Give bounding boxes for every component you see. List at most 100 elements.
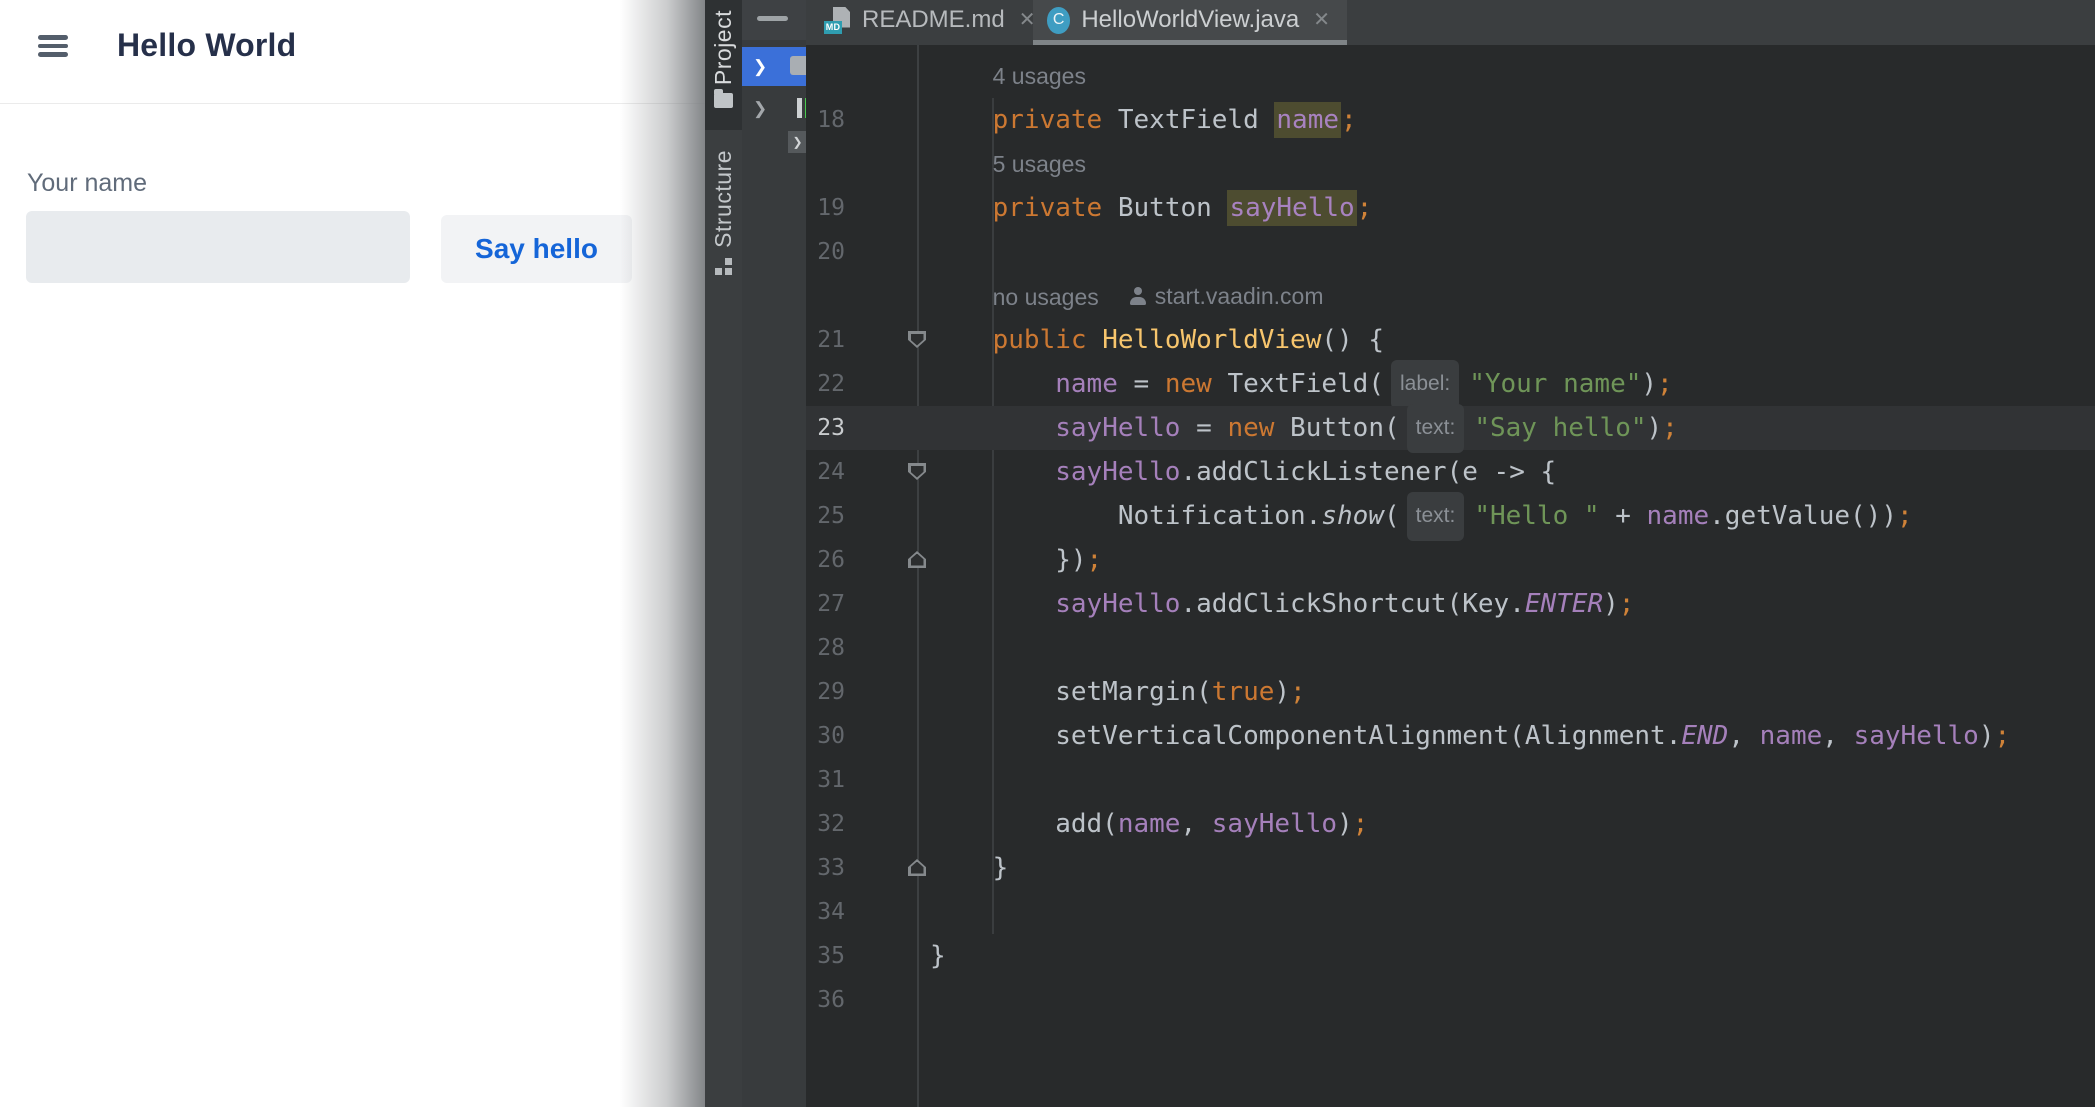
fold-gutter	[845, 494, 930, 538]
line-number[interactable]: 19	[806, 195, 845, 221]
fold-gutter	[845, 230, 930, 274]
fold-gutter	[845, 186, 930, 230]
name-field-label: Your name	[27, 169, 147, 198]
module-node-icon	[797, 98, 806, 118]
parameter-name-hint[interactable]: text:	[1407, 492, 1465, 541]
project-tree-row-child[interactable]: ❯	[742, 129, 806, 155]
code-line[interactable]: 33 }	[806, 846, 2095, 890]
project-tool-window: ❯ ❯ ❯	[742, 0, 806, 1107]
fold-marker-icon[interactable]	[908, 859, 926, 876]
code-line[interactable]: 19 private Button sayHello;	[806, 186, 2095, 230]
project-tree-row-selected[interactable]: ❯	[742, 47, 806, 86]
code-line[interactable]: 28	[806, 626, 2095, 670]
fold-gutter	[845, 802, 930, 846]
code-line[interactable]: 27 sayHello.addClickShortcut(Key.ENTER);	[806, 582, 2095, 626]
line-number[interactable]: 27	[806, 591, 845, 617]
tool-window-tab-structure[interactable]: Structure	[705, 150, 742, 300]
code-line[interactable]: 25 Notification.show(text:"Hello " + nam…	[806, 494, 2095, 538]
code-line[interactable]: 29 setMargin(true);	[806, 670, 2095, 714]
project-tab-label: Project	[710, 10, 737, 85]
inlay-line[interactable]: no usages start.vaadin.com	[806, 274, 2095, 318]
chevron-right-icon: ❯	[753, 58, 767, 75]
usages-inlay-hint[interactable]: 5 usages	[993, 151, 1086, 177]
line-number[interactable]: 25	[806, 503, 845, 529]
fold-gutter	[845, 274, 930, 318]
line-number[interactable]: 32	[806, 811, 845, 837]
line-number[interactable]: 36	[806, 987, 845, 1013]
code-line[interactable]: 34	[806, 890, 2095, 934]
fold-marker-icon[interactable]	[908, 463, 926, 480]
code-line[interactable]: 21 public HelloWorldView() {	[806, 318, 2095, 362]
fold-gutter	[845, 846, 930, 890]
line-number[interactable]: 31	[806, 767, 845, 793]
fold-gutter	[845, 670, 930, 714]
code-line[interactable]: 30 setVerticalComponentAlignment(Alignme…	[806, 714, 2095, 758]
code-line[interactable]: 32 add(name, sayHello);	[806, 802, 2095, 846]
code-line[interactable]: 18 private TextField name;	[806, 98, 2095, 142]
line-number[interactable]: 18	[806, 107, 845, 133]
tab-helloworldview[interactable]: C HelloWorldView.java ✕	[1033, 0, 1347, 40]
code-text: name = new TextField(label:"Your name");	[930, 360, 1673, 409]
fold-gutter	[845, 582, 930, 626]
code-text: no usages start.vaadin.com	[930, 274, 1324, 319]
parameter-name-hint[interactable]: text:	[1407, 404, 1465, 453]
code-line[interactable]: 24 sayHello.addClickListener(e -> {	[806, 450, 2095, 494]
tool-window-tab-project[interactable]: Project	[705, 0, 742, 130]
close-icon[interactable]: ✕	[1310, 8, 1333, 32]
usages-inlay-hint[interactable]: no usages	[993, 284, 1099, 310]
code-editor[interactable]: 4 usages 18 private TextField name; 5 usa…	[806, 45, 2095, 1107]
line-number[interactable]: 33	[806, 855, 845, 881]
fold-gutter	[845, 758, 930, 802]
line-number[interactable]: 35	[806, 943, 845, 969]
inlay-line[interactable]: 5 usages	[806, 142, 2095, 186]
code-line[interactable]: 31	[806, 758, 2095, 802]
project-panel-header	[742, 0, 806, 40]
line-number[interactable]: 23	[806, 415, 845, 441]
line-number[interactable]: 30	[806, 723, 845, 749]
code-line[interactable]: 36	[806, 978, 2095, 1022]
fold-gutter	[845, 406, 930, 450]
code-lines: 4 usages 18 private TextField name; 5 usa…	[806, 54, 2095, 1022]
line-number[interactable]: 26	[806, 547, 845, 573]
chevron-right-icon: ❯	[753, 100, 767, 117]
code-text: setMargin(true);	[930, 670, 1306, 714]
minimize-icon[interactable]	[757, 16, 788, 21]
fold-gutter	[845, 450, 930, 494]
code-line[interactable]: 26 });	[806, 538, 2095, 582]
line-number[interactable]: 20	[806, 239, 845, 265]
tab-label: HelloWorldView.java	[1081, 6, 1299, 34]
fold-marker-icon[interactable]	[908, 331, 926, 348]
line-number[interactable]: 28	[806, 635, 845, 661]
ide-window: Project Structure ❯ ❯ ❯	[705, 0, 2095, 1107]
say-hello-button[interactable]: Say hello	[441, 215, 632, 283]
fold-marker-icon[interactable]	[908, 551, 926, 568]
editor-area: MD README.md ✕ C HelloWorldView.java ✕ 4…	[806, 0, 2095, 1107]
line-number[interactable]: 22	[806, 371, 845, 397]
code-line[interactable]: 23 sayHello = new Button(text:"Say hello…	[806, 406, 2095, 450]
code-text: private Button sayHello;	[930, 186, 1372, 230]
parameter-name-hint[interactable]: label:	[1391, 360, 1459, 409]
name-input[interactable]	[26, 211, 410, 283]
usages-inlay-hint[interactable]: 4 usages	[993, 63, 1086, 89]
line-number[interactable]: 34	[806, 899, 845, 925]
code-text: }	[930, 846, 1008, 890]
drawer-toggle-button[interactable]	[38, 35, 68, 57]
code-line[interactable]: 22 name = new TextField(label:"Your name…	[806, 362, 2095, 406]
fold-gutter	[845, 978, 930, 1022]
fold-gutter	[845, 538, 930, 582]
code-line[interactable]: 20	[806, 230, 2095, 274]
line-number[interactable]: 29	[806, 679, 845, 705]
tab-readme[interactable]: MD README.md ✕	[810, 0, 1052, 40]
fold-gutter	[845, 626, 930, 670]
fold-gutter	[845, 98, 930, 142]
line-number[interactable]: 21	[806, 327, 845, 353]
page-title: Hello World	[117, 27, 296, 64]
window-shadow	[620, 0, 705, 1107]
project-tree-row[interactable]: ❯	[742, 91, 806, 125]
code-line[interactable]: 35}	[806, 934, 2095, 978]
code-author-inlay[interactable]: start.vaadin.com	[1129, 274, 1324, 318]
fold-gutter	[845, 890, 930, 934]
line-number[interactable]: 24	[806, 459, 845, 485]
inlay-line[interactable]: 4 usages	[806, 54, 2095, 98]
structure-tab-label: Structure	[710, 150, 737, 248]
